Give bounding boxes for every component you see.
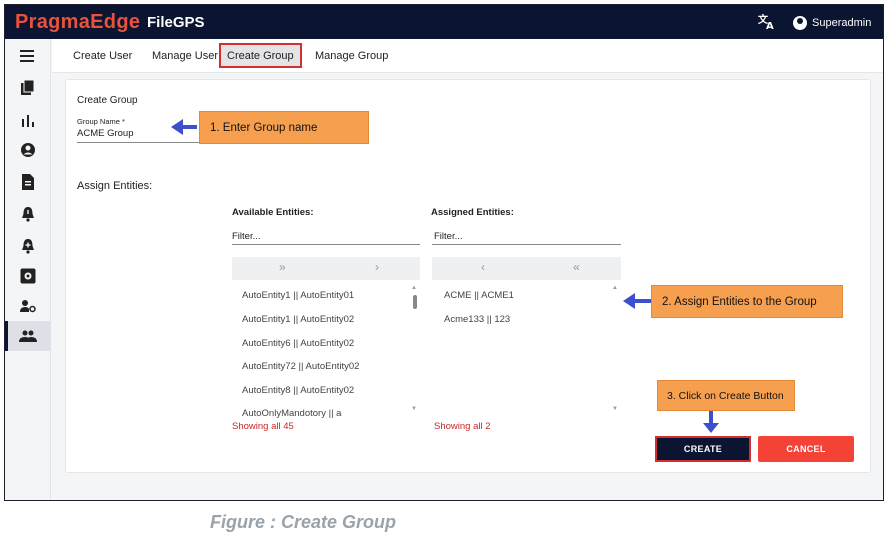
available-entities-header: Available Entities:	[232, 207, 314, 218]
group-name-input[interactable]: ACME Group	[77, 128, 134, 139]
assigned-count: Showing all 2	[434, 421, 491, 432]
tab-bar: Create User Manage User Create Group Man…	[52, 39, 883, 73]
figure-caption: Figure : Create Group	[210, 512, 397, 532]
scroll-down-icon[interactable]: ▼	[612, 406, 618, 412]
section-title: Create Group	[77, 95, 138, 106]
notification-alert-icon[interactable]	[18, 205, 38, 223]
notification-add-icon[interactable]	[18, 237, 38, 255]
available-scrollbar[interactable]	[413, 295, 417, 309]
list-item[interactable]: Acme133 || 123	[444, 314, 510, 325]
assigned-filter-input[interactable]: Filter...	[434, 231, 463, 242]
bar-chart-icon[interactable]	[18, 111, 38, 129]
list-item[interactable]: AutoEntity1 || AutoEntity01	[242, 290, 354, 301]
callout-arrow-1	[181, 125, 197, 129]
scroll-up-icon[interactable]: ▲	[612, 285, 618, 291]
move-right-button[interactable]: ›	[375, 260, 379, 274]
create-group-card: Create Group Group Name * ACME Group Ass…	[65, 79, 871, 473]
callout-step-1: 1. Enter Group name	[199, 111, 369, 144]
account-icon	[793, 16, 807, 30]
menu-icon[interactable]	[18, 47, 38, 65]
svg-text:A: A	[766, 21, 774, 32]
group-icon[interactable]	[18, 327, 38, 345]
tab-create-user[interactable]: Create User	[67, 43, 138, 68]
move-left-button[interactable]: ‹	[481, 260, 485, 274]
callout-step-2: 2. Assign Entities to the Group	[651, 285, 843, 318]
app-window: PragmaEdge FileGPS 文A Superadmin Create …	[4, 4, 884, 501]
list-item[interactable]: ACME || ACME1	[444, 290, 514, 301]
brand-logo[interactable]: PragmaEdge	[15, 11, 140, 34]
user-menu[interactable]: Superadmin	[793, 14, 871, 32]
assigned-entities-header: Assigned Entities:	[431, 207, 514, 218]
assign-entities-label: Assign Entities:	[77, 180, 153, 192]
manage-accounts-icon[interactable]	[18, 297, 38, 315]
arrow-down-icon	[703, 423, 719, 433]
translate-icon[interactable]: 文A	[757, 12, 777, 32]
user-name: Superadmin	[812, 17, 872, 29]
document-icon[interactable]	[18, 173, 38, 191]
callout-step-3: 3. Click on Create Button	[657, 380, 795, 411]
create-button[interactable]: CREATE	[655, 436, 751, 462]
scroll-down-icon[interactable]: ▼	[411, 406, 417, 412]
top-bar: PragmaEdge FileGPS 文A Superadmin	[5, 5, 883, 39]
arrow-left-icon	[171, 119, 183, 135]
cancel-button[interactable]: CANCEL	[758, 436, 854, 462]
callout-arrow-2	[633, 299, 651, 303]
assigned-actions-bar: ‹ «	[432, 257, 621, 280]
group-name-label: Group Name *	[77, 117, 125, 126]
scroll-up-icon[interactable]: ▲	[411, 285, 417, 291]
list-item[interactable]: AutoEntity8 || AutoEntity02	[242, 385, 354, 396]
available-actions-bar: » ›	[232, 257, 420, 280]
sidebar	[5, 39, 51, 500]
brand-product: FileGPS	[147, 14, 205, 31]
available-filter-underline	[232, 244, 420, 245]
list-item[interactable]: AutoOnlyMandotory || a	[242, 408, 341, 419]
list-item[interactable]: AutoEntity1 || AutoEntity02	[242, 314, 354, 325]
move-all-left-button[interactable]: «	[573, 260, 580, 274]
arrow-left-icon	[623, 293, 635, 309]
list-item[interactable]: AutoEntity72 || AutoEntity02	[242, 361, 359, 372]
file-copy-icon[interactable]	[18, 79, 38, 97]
tab-create-group[interactable]: Create Group	[219, 43, 302, 68]
tab-manage-group[interactable]: Manage Group	[309, 43, 394, 68]
available-count: Showing all 45	[232, 421, 294, 432]
account-circle-icon[interactable]	[18, 141, 38, 159]
assigned-filter-underline	[432, 244, 621, 245]
available-filter-input[interactable]: Filter...	[232, 231, 261, 242]
tab-manage-user[interactable]: Manage User	[146, 43, 224, 68]
list-item[interactable]: AutoEntity6 || AutoEntity02	[242, 338, 354, 349]
move-all-right-button[interactable]: »	[279, 260, 286, 274]
settings-box-icon[interactable]	[18, 267, 38, 285]
